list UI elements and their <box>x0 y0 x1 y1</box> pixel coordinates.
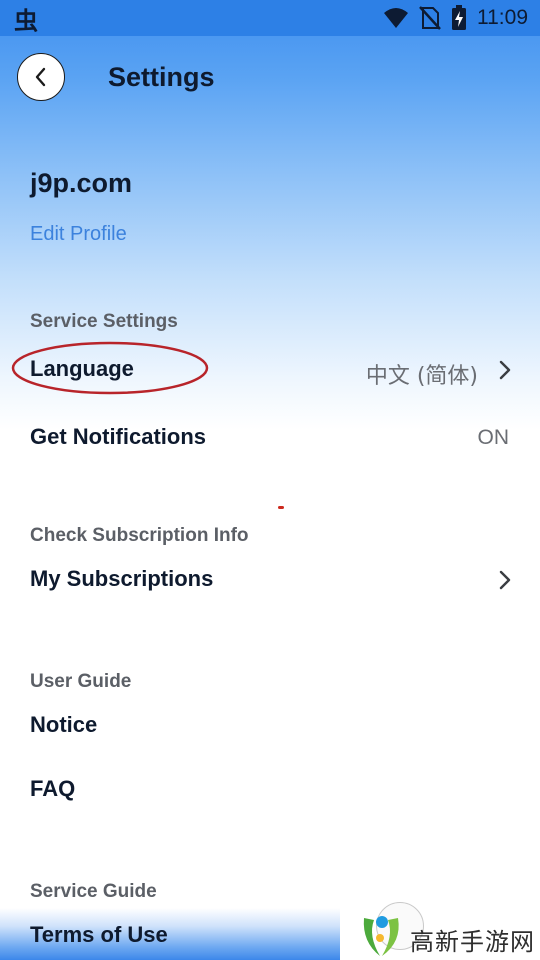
no-sim-icon <box>419 6 441 30</box>
back-button[interactable] <box>17 53 65 101</box>
notice-label: Notice <box>30 712 98 737</box>
chevron-right-icon <box>499 360 511 380</box>
profile-name: j9p.com <box>30 168 133 198</box>
status-bar: 虫 11:09 <box>0 0 540 36</box>
chevron-left-icon <box>35 67 46 87</box>
wifi-icon <box>384 8 408 28</box>
section-header-service-settings: Service Settings <box>30 311 178 332</box>
faq-label: FAQ <box>30 776 76 801</box>
section-header-user-guide: User Guide <box>30 671 132 692</box>
notifications-row[interactable]: Get Notifications ON <box>0 410 540 466</box>
app-notification-glyph: 虫 <box>14 6 38 35</box>
language-label: Language <box>30 356 134 381</box>
watermark-text: 高新手游网 <box>410 928 535 956</box>
app-header: Settings <box>0 44 540 114</box>
status-icons: 11:09 <box>383 5 528 31</box>
edit-profile-link[interactable]: Edit Profile <box>30 223 127 246</box>
notice-row[interactable]: Notice <box>0 698 540 754</box>
notifications-status: ON <box>477 426 510 449</box>
language-row[interactable]: Language 中文 (简体) <box>0 342 540 398</box>
section-header-subscription: Check Subscription Info <box>30 525 249 546</box>
watermark-logo-icon <box>363 916 399 956</box>
clock-time: 11:09 <box>477 6 528 29</box>
red-annotation-mark <box>278 506 284 509</box>
terms-of-use-row[interactable]: Terms of Use <box>0 908 340 960</box>
notifications-label: Get Notifications <box>30 424 207 449</box>
faq-row[interactable]: FAQ <box>0 762 540 818</box>
section-header-service-guide: Service Guide <box>30 881 157 902</box>
my-subscriptions-label: My Subscriptions <box>30 566 214 591</box>
my-subscriptions-row[interactable]: My Subscriptions <box>0 552 540 608</box>
chevron-right-icon <box>499 570 511 590</box>
language-value: 中文 (简体) <box>365 364 478 389</box>
terms-of-use-label: Terms of Use <box>30 922 168 947</box>
battery-charging-icon <box>452 5 466 30</box>
page-title: Settings <box>108 62 215 92</box>
